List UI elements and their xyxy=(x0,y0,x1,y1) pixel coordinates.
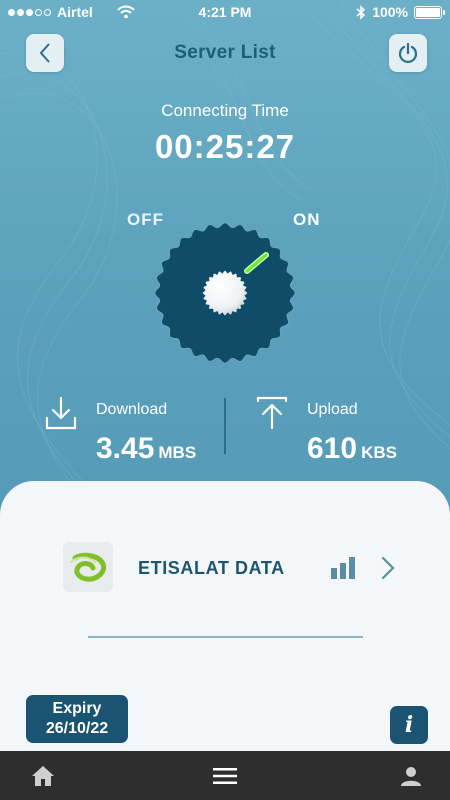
download-icon xyxy=(45,396,77,430)
battery-percent: 100% xyxy=(372,4,408,20)
server-underline xyxy=(88,636,363,638)
download-value: 3.45 MBS xyxy=(96,432,197,465)
nav-profile-button[interactable] xyxy=(398,763,424,789)
etisalat-logo-icon xyxy=(70,552,107,582)
nav-menu-button[interactable] xyxy=(212,763,238,789)
info-icon: i xyxy=(404,712,414,738)
power-icon xyxy=(398,42,418,64)
profile-icon xyxy=(401,767,421,786)
download-label: Download xyxy=(96,401,168,418)
stats-divider xyxy=(224,398,226,454)
timer-label: Connecting Time xyxy=(161,101,289,120)
page-title: Server List xyxy=(174,42,276,63)
bottom-nav xyxy=(0,751,450,800)
timer-value: 00:25:27 xyxy=(154,128,296,165)
nav-home-button[interactable] xyxy=(30,763,56,789)
info-button[interactable]: i xyxy=(390,706,428,744)
expiry-label: Expiry xyxy=(52,700,102,717)
power-button[interactable] xyxy=(389,34,427,72)
upload-value: 610 KBS xyxy=(307,432,397,465)
vpn-screen: Airtel 4:21 PM 100% Server List Connecti… xyxy=(0,0,450,800)
connection-knob[interactable] xyxy=(152,220,298,366)
signal-strength-icon xyxy=(331,557,355,579)
server-name: ETISALAT DATA xyxy=(138,558,285,578)
server-logo xyxy=(63,542,113,592)
status-bar: Airtel 4:21 PM 100% xyxy=(0,0,450,26)
home-icon xyxy=(32,766,54,786)
chevron-right-icon[interactable] xyxy=(380,556,396,580)
battery-icon xyxy=(414,5,445,19)
expiry-badge: Expiry 26/10/22 xyxy=(26,695,128,743)
upload-icon xyxy=(256,396,288,430)
bluetooth-icon xyxy=(356,4,366,20)
menu-icon xyxy=(213,768,237,784)
upload-label: Upload xyxy=(307,401,358,418)
expiry-date: 26/10/22 xyxy=(45,720,109,737)
